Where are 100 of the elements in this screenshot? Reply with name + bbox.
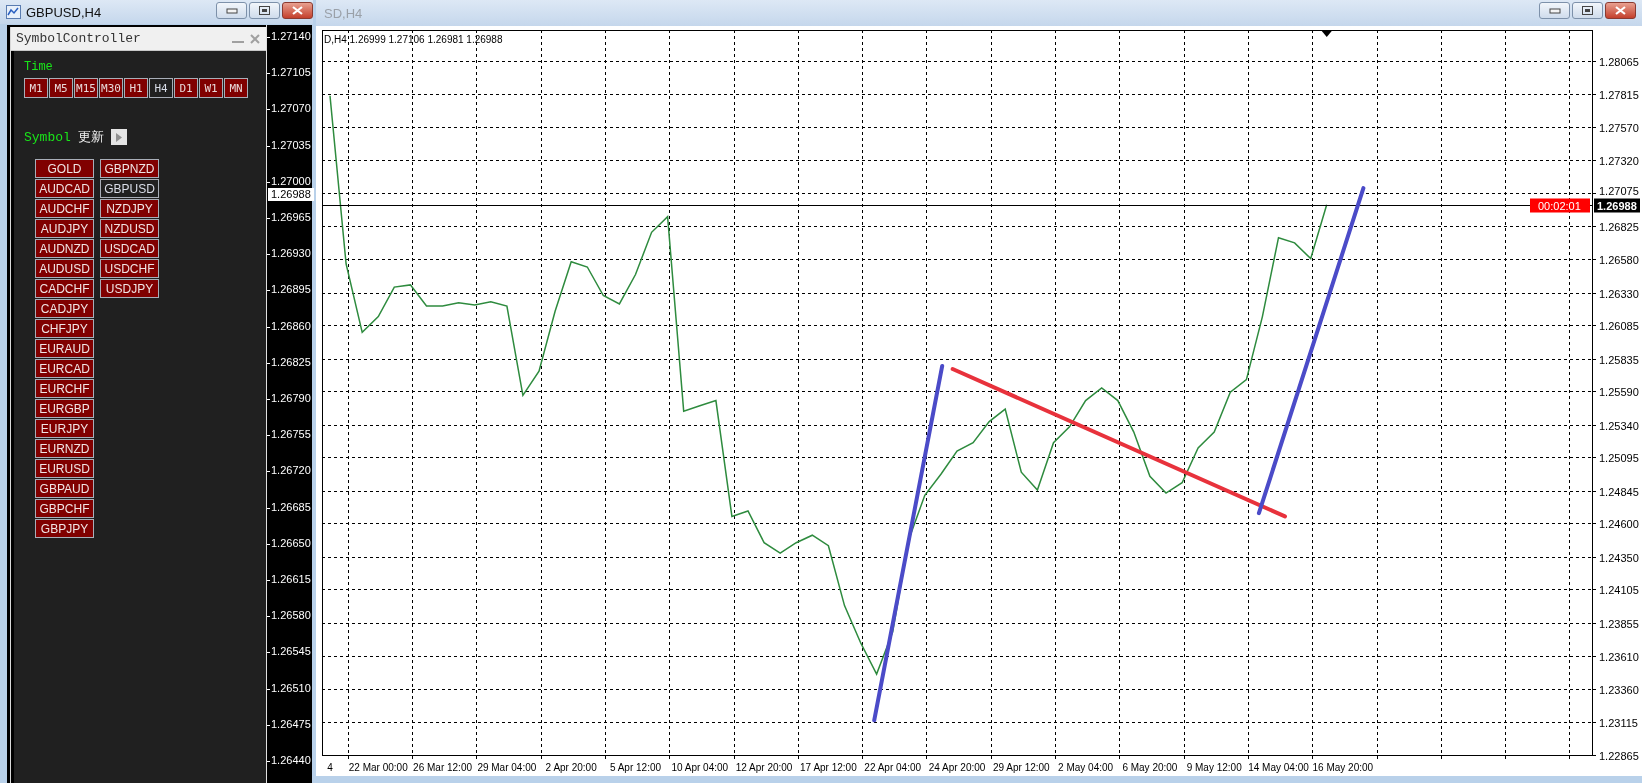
symbol-button[interactable]: EURCAD xyxy=(35,359,94,378)
symbol-button[interactable]: CHFJPY xyxy=(35,319,94,338)
panel-title: SymbolController xyxy=(16,31,142,46)
price-axis-label: 1.26580 xyxy=(271,609,311,623)
symbol-button[interactable]: EURUSD xyxy=(35,459,94,478)
symbol-button[interactable]: USDCHF xyxy=(100,259,159,278)
current-price-label: 1.26988 xyxy=(1594,198,1640,213)
price-axis-label: 1.24600 xyxy=(1599,517,1639,530)
close-button[interactable] xyxy=(282,2,313,19)
price-axis-label: 1.27320 xyxy=(1599,154,1639,167)
timeframe-button[interactable]: M1 xyxy=(24,78,48,98)
price-axis-label: 1.26860 xyxy=(271,319,311,333)
symbol-button[interactable]: CADJPY xyxy=(35,299,94,318)
window-title: SD,H4 xyxy=(324,5,364,21)
timeframe-button[interactable]: H4 xyxy=(149,78,173,98)
timeframe-button[interactable]: D1 xyxy=(174,78,198,98)
symbol-button[interactable]: AUDCAD xyxy=(35,179,94,198)
symbol-button[interactable]: GBPNZD xyxy=(100,159,159,178)
minimize-icon xyxy=(1548,7,1561,14)
price-axis-label: 1.26650 xyxy=(271,536,311,550)
symbol-button[interactable]: EURGBP xyxy=(35,399,94,418)
minimize-icon xyxy=(225,7,238,14)
timeframe-button[interactable]: H1 xyxy=(124,78,148,98)
close-icon xyxy=(292,6,303,15)
play-icon xyxy=(115,132,122,142)
symbol-button[interactable]: NZDUSD xyxy=(100,219,159,238)
price-axis-label: 1.26895 xyxy=(271,283,311,297)
restore-button[interactable] xyxy=(1572,2,1603,19)
price-axis-label: 1.27075 xyxy=(1599,184,1639,197)
symbol-button[interactable]: AUDCHF xyxy=(35,199,94,218)
price-axis-label: 1.26825 xyxy=(271,355,311,369)
symbol-button[interactable]: GBPCHF xyxy=(35,499,94,518)
price-axis-label: 1.23360 xyxy=(1599,683,1639,696)
timeframe-button[interactable]: W1 xyxy=(199,78,223,98)
price-axis-label: 1.26510 xyxy=(271,681,311,695)
date-axis-label: 6 May 20:00 xyxy=(1122,762,1178,773)
symbol-button[interactable]: EURJPY xyxy=(35,419,94,438)
symbol-button[interactable]: GBPUSD xyxy=(100,179,159,198)
price-axis-label: 1.25590 xyxy=(1599,385,1639,398)
symbol-button[interactable]: AUDJPY xyxy=(35,219,94,238)
date-axis-label: 16 May 20:00 xyxy=(1312,762,1374,773)
date-axis-label: 29 Apr 12:00 xyxy=(992,762,1050,773)
symbol-button[interactable]: EURAUD xyxy=(35,339,94,358)
price-axis-label: 1.28065 xyxy=(1599,55,1639,68)
date-axis-label: 29 Mar 04:00 xyxy=(477,762,537,773)
price-axis-label: 1.26720 xyxy=(271,464,311,478)
price-axis-label: 1.26580 xyxy=(1599,253,1639,266)
price-axis-label: 1.25095 xyxy=(1599,451,1639,464)
price-axis-label: 1.27035 xyxy=(271,138,311,152)
date-axis-label: 2 May 04:00 xyxy=(1058,762,1114,773)
price-axis-label: 1.26755 xyxy=(271,428,311,442)
current-price-label: 1.26988 xyxy=(268,188,314,202)
timeframe-button[interactable]: M5 xyxy=(49,78,73,98)
close-icon xyxy=(1615,6,1626,15)
timeframe-button[interactable]: M30 xyxy=(99,78,123,98)
price-axis-label: 1.23610 xyxy=(1599,650,1639,663)
date-axis-label: 2 Apr 20:00 xyxy=(545,762,597,773)
symbol-button[interactable]: GBPJPY xyxy=(35,519,94,538)
symbol-button[interactable]: GBPAUD xyxy=(35,479,94,498)
symbol-button[interactable]: USDCAD xyxy=(100,239,159,258)
symbol-button[interactable]: NZDJPY xyxy=(100,199,159,218)
symbol-button[interactable]: CADCHF xyxy=(35,279,94,298)
price-axis-label: 1.26545 xyxy=(271,645,311,659)
price-axis-label: 1.27000 xyxy=(271,174,311,188)
date-axis-label: 14 May 04:00 xyxy=(1248,762,1309,773)
price-axis-label: 1.25835 xyxy=(1599,353,1639,366)
timeframe-button[interactable]: MN xyxy=(224,78,248,98)
price-axis-label: 1.22865 xyxy=(1599,749,1639,762)
symbol-button[interactable]: USDJPY xyxy=(100,279,159,298)
price-axis-label: 1.26085 xyxy=(1599,319,1639,332)
symbol-button[interactable]: EURCHF xyxy=(35,379,94,398)
symbol-label: Symbol xyxy=(24,129,71,145)
date-axis-label: 22 Apr 04:00 xyxy=(864,762,922,773)
symbol-button[interactable]: AUDUSD xyxy=(35,259,94,278)
close-button[interactable] xyxy=(1605,2,1636,19)
play-button[interactable] xyxy=(110,129,127,145)
symbol-button[interactable]: AUDNZD xyxy=(35,239,94,258)
price-axis-label: 1.24105 xyxy=(1599,583,1639,596)
date-axis-label: 26 Mar 12:00 xyxy=(413,762,473,773)
restore-button[interactable] xyxy=(249,2,280,19)
date-axis-label: 22 Mar 00:00 xyxy=(348,762,408,773)
price-axis-label: 1.27070 xyxy=(271,102,311,116)
chart-info-text: D,H4 1.26999 1.27106 1.26981 1.26988 xyxy=(324,34,503,45)
date-axis-label: 12 Apr 20:00 xyxy=(735,762,793,773)
window-title: GBPUSD,H4 xyxy=(25,4,103,20)
chart-window-icon xyxy=(6,5,21,19)
price-axis-label: 1.24350 xyxy=(1599,551,1639,564)
symbol-button[interactable]: EURNZD xyxy=(35,439,94,458)
price-axis-label: 1.26685 xyxy=(271,500,311,514)
date-axis-label: 24 Apr 20:00 xyxy=(928,762,986,773)
price-axis-label: 1.27570 xyxy=(1599,121,1639,134)
timeframe-button[interactable]: M15 xyxy=(74,78,98,98)
restore-icon xyxy=(1582,6,1593,15)
symbol-button[interactable]: GOLD xyxy=(35,159,94,178)
price-axis-label: 1.26330 xyxy=(1599,287,1639,300)
date-axis-label: 10 Apr 04:00 xyxy=(671,762,729,773)
price-axis-label: 1.27815 xyxy=(1599,88,1639,101)
restore-icon xyxy=(259,6,270,15)
countdown-label: 00:02:01 xyxy=(1530,198,1590,213)
price-axis-label: 1.26440 xyxy=(271,754,311,767)
